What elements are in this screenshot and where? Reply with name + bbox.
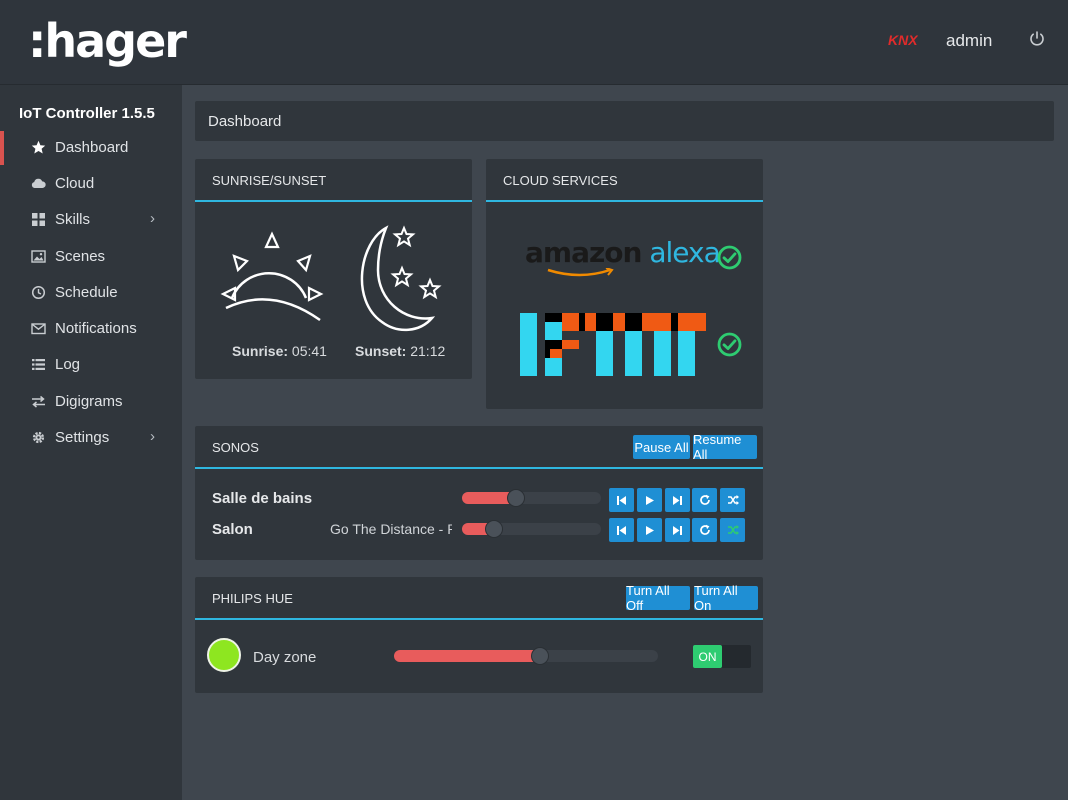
now-playing-track: Go The Distance - Rog: [330, 521, 452, 537]
panel-header: CLOUD SERVICES: [486, 159, 763, 202]
brightness-fill: [394, 650, 540, 662]
list-icon: [31, 357, 46, 372]
gear-icon: [31, 430, 46, 445]
previous-button[interactable]: [609, 518, 634, 542]
next-button[interactable]: [665, 488, 690, 512]
sonos-room-name: Salle de bains: [212, 490, 313, 507]
pause-all-button[interactable]: Pause All: [633, 435, 690, 459]
toggle-on-label: ON: [693, 645, 722, 668]
previous-button[interactable]: [609, 488, 634, 512]
sidebar-item-label: Settings: [55, 429, 110, 446]
sidebar-item-label: Scenes: [55, 248, 106, 265]
light-color-swatch[interactable]: [207, 638, 241, 672]
sidebar-item-log[interactable]: Log: [0, 348, 182, 382]
repeat-button[interactable]: [692, 518, 717, 542]
skip-back-icon: [617, 495, 626, 505]
sidebar-item-schedule[interactable]: Schedule: [0, 276, 182, 310]
hue-zone-toggle[interactable]: ON: [693, 645, 751, 668]
sidebar-item-label: Cloud: [55, 175, 95, 192]
panel-header: SUNRISE/SUNSET: [195, 159, 472, 202]
sunrise-time: Sunrise: 05:41: [232, 343, 327, 359]
sonos-room-name: Salon: [212, 521, 253, 538]
alexa-status-check-icon: [717, 245, 742, 270]
skip-back-icon: [617, 525, 626, 535]
panel-title: CLOUD SERVICES: [503, 173, 618, 188]
shuffle-icon: [727, 525, 739, 535]
panel-title: PHILIPS HUE: [212, 591, 293, 606]
power-icon[interactable]: [1028, 30, 1046, 48]
sunrise-icon: [220, 231, 324, 322]
skip-forward-icon: [673, 525, 682, 535]
volume-slider[interactable]: [462, 489, 601, 507]
ifttt-status-check-icon: [717, 332, 742, 357]
volume-knob[interactable]: [485, 520, 503, 538]
top-bar: :hager KNX admin: [0, 0, 1068, 85]
shuffle-icon: [727, 495, 739, 505]
image-icon: [31, 249, 46, 264]
app-version: IoT Controller 1.5.5: [19, 105, 155, 122]
play-icon: [646, 525, 654, 535]
sidebar-item-notifications[interactable]: Notifications: [0, 312, 182, 346]
envelope-icon: [31, 321, 46, 336]
user-menu[interactable]: admin: [946, 31, 992, 51]
clock-icon: [31, 285, 46, 300]
breadcrumb: Dashboard: [195, 101, 1054, 141]
exchange-icon: [31, 394, 46, 409]
panel-title: SONOS: [212, 440, 259, 455]
sidebar-item-label: Log: [55, 356, 81, 373]
hager-logo[interactable]: :hager: [28, 14, 187, 68]
volume-knob[interactable]: [507, 489, 525, 507]
moon-stars-icon: [360, 225, 442, 331]
volume-slider[interactable]: [462, 520, 601, 538]
star-icon: [31, 140, 46, 155]
repeat-icon: [699, 524, 710, 535]
play-button[interactable]: [637, 488, 662, 512]
sidebar-item-label: Digigrams: [55, 393, 123, 410]
page-title: Dashboard: [208, 113, 282, 130]
repeat-button[interactable]: [692, 488, 717, 512]
sunset-time: Sunset: 21:12: [355, 343, 446, 359]
sidebar-item-cloud[interactable]: Cloud: [0, 167, 182, 201]
hue-zone-name: Day zone: [253, 649, 317, 666]
sidebar-item-label: Skills: [55, 211, 91, 228]
repeat-icon: [699, 494, 710, 505]
sidebar-item-digigrams[interactable]: Digigrams: [0, 385, 182, 419]
turn-all-on-button[interactable]: Turn All On: [694, 583, 758, 613]
play-icon: [646, 495, 654, 505]
sidebar-item-skills[interactable]: Skills ›: [0, 203, 182, 237]
panel-title: SUNRISE/SUNSET: [212, 173, 327, 188]
shuffle-button[interactable]: [720, 488, 745, 512]
sidebar-item-label: Schedule: [55, 284, 118, 301]
shuffle-button[interactable]: [720, 518, 745, 542]
next-button[interactable]: [665, 518, 690, 542]
sidebar-item-label: Dashboard: [55, 139, 129, 156]
brightness-slider[interactable]: [394, 647, 658, 665]
skip-forward-icon: [673, 495, 682, 505]
alexa-logo: amazon alexa: [525, 236, 721, 269]
brightness-knob[interactable]: [531, 647, 549, 665]
ifttt-logo: [520, 313, 706, 376]
cloud-icon: [31, 176, 46, 191]
sidebar-item-label: Notifications: [55, 320, 137, 337]
chevron-right-icon: ›: [150, 428, 155, 445]
amazon-smile-icon: [547, 268, 614, 277]
grid-icon: [31, 212, 46, 227]
sidebar-item-settings[interactable]: Settings ›: [0, 421, 182, 455]
chevron-right-icon: ›: [150, 210, 155, 227]
sidebar-item-scenes[interactable]: Scenes: [0, 240, 182, 274]
play-button[interactable]: [637, 518, 662, 542]
resume-all-button[interactable]: Resume All: [693, 432, 757, 462]
sidebar-item-dashboard[interactable]: Dashboard: [0, 131, 182, 165]
knx-logo: KNX: [888, 32, 918, 48]
turn-all-off-button[interactable]: Turn All Off: [626, 583, 690, 613]
